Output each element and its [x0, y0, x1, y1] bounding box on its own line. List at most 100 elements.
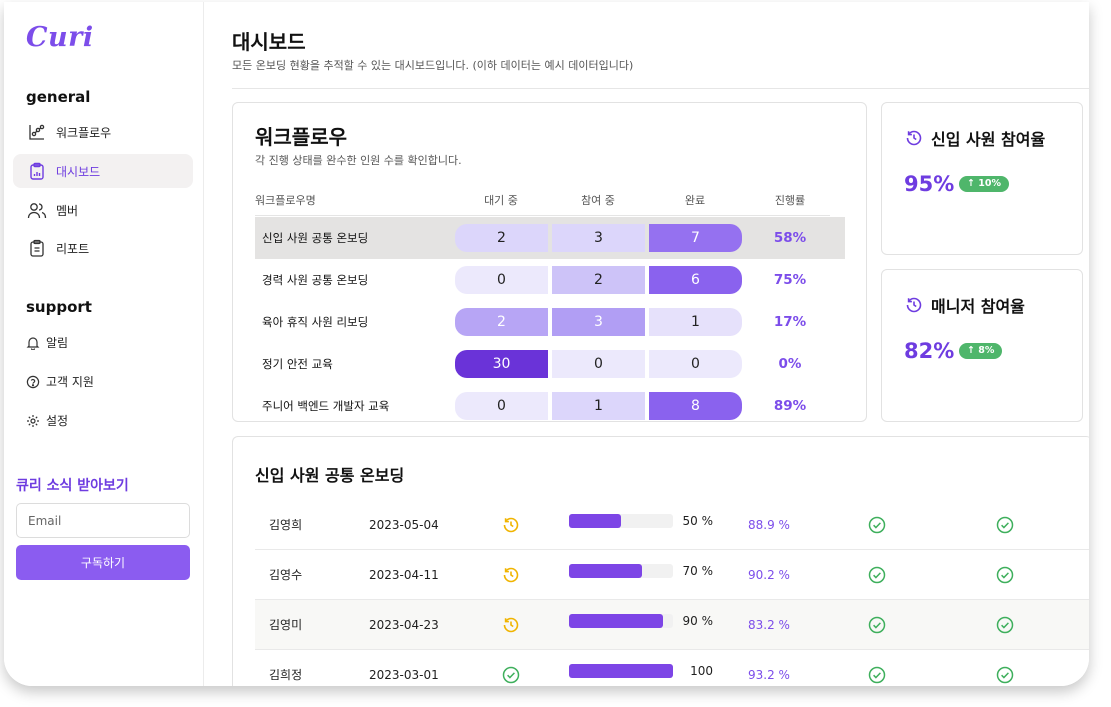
- progress-percent: 75%: [773, 272, 807, 288]
- score: 88.9 %: [748, 518, 790, 532]
- count-waiting: 2: [455, 224, 548, 252]
- onboarding-detail-card: 신입 사원 공통 온보딩 김영희 2023-05-04 50 % 88.9 % 김영수 2…: [232, 436, 1089, 686]
- column-header-done: 완료: [684, 194, 706, 207]
- progress-bar-fill: [569, 514, 621, 528]
- table-row[interactable]: 김영희 2023-05-04 50 % 88.9 %: [255, 500, 1089, 550]
- count-waiting: 0: [455, 392, 548, 420]
- progress-bar: [569, 614, 673, 628]
- check-circle-icon: [867, 565, 887, 585]
- column-header-name: 워크플로우명: [255, 194, 316, 207]
- clock-pending-icon: [501, 515, 521, 535]
- count-participating: 0: [552, 350, 645, 378]
- count-done: 7: [649, 224, 742, 252]
- table-row[interactable]: 육아 휴직 사원 리보딩 2 3 1 17%: [255, 301, 845, 343]
- score: 90.2 %: [748, 568, 790, 582]
- sidebar-item-label: 리포트: [56, 241, 90, 256]
- sidebar-item-settings[interactable]: 설정: [26, 412, 68, 429]
- progress-bar-fill: [569, 564, 642, 578]
- sidebar-item-label: 대시보드: [56, 164, 101, 179]
- count-waiting: 30: [455, 350, 548, 378]
- stat-title: 신입 사원 참여율: [904, 126, 1045, 150]
- users-icon: [27, 200, 47, 220]
- table-row[interactable]: 김희정 2023-03-01 100 % 93.2 %: [255, 650, 1089, 686]
- member-name: 김영희: [269, 518, 303, 532]
- stat-value: 82%: [904, 339, 955, 363]
- count-participating: 1: [552, 392, 645, 420]
- stat-title: 매니저 참여율: [904, 293, 1025, 317]
- check-circle-icon: [867, 615, 887, 635]
- count-done: 6: [649, 266, 742, 294]
- stat-value: 95%: [904, 172, 955, 196]
- progress-percent: 58%: [773, 230, 807, 246]
- count-done: 1: [649, 308, 742, 336]
- sidebar-item-label: 알림: [46, 336, 69, 350]
- workflow-icon: [27, 122, 47, 142]
- page-title: 대시보드: [232, 30, 306, 54]
- member-name: 김영미: [269, 618, 303, 632]
- clock-pending-icon: [501, 565, 521, 585]
- workflow-name: 정기 안전 교육: [262, 357, 333, 371]
- count-waiting: 2: [455, 308, 548, 336]
- header-divider: [232, 88, 1089, 89]
- subscribe-button[interactable]: 구독하기: [16, 545, 190, 580]
- count-waiting: 0: [455, 266, 548, 294]
- logo[interactable]: Curi: [26, 22, 94, 53]
- gear-icon: [26, 414, 40, 428]
- sidebar: Curi general 워크플로우 대시보드 멤버 리포트 support 알…: [4, 2, 204, 686]
- check-circle-icon: [995, 665, 1015, 685]
- progress-label: 100 %: [690, 664, 713, 678]
- check-circle-icon: [995, 565, 1015, 585]
- table-row[interactable]: 주니어 백엔드 개발자 교육 0 1 8 89%: [255, 385, 845, 421]
- count-participating: 3: [552, 308, 645, 336]
- workflow-name: 경력 사원 공통 온보딩: [262, 273, 369, 287]
- sidebar-item-label: 고객 지원: [46, 375, 94, 389]
- sidebar-item-label: 설정: [46, 414, 69, 428]
- check-circle-icon: [995, 615, 1015, 635]
- detail-card-title: 신입 사원 공통 온보딩: [255, 466, 405, 485]
- table-row[interactable]: 신입 사원 공통 온보딩 2 3 7 58%: [255, 217, 845, 259]
- sidebar-item-notifications[interactable]: 알림: [26, 334, 68, 351]
- count-participating: 3: [552, 224, 645, 252]
- sidebar-item-members[interactable]: 멤버: [13, 193, 193, 227]
- sidebar-item-report[interactable]: 리포트: [13, 231, 193, 265]
- sidebar-item-label: 멤버: [56, 203, 79, 218]
- table-row[interactable]: 김영수 2023-04-11 70 % 90.2 %: [255, 550, 1089, 600]
- sidebar-item-workflow[interactable]: 워크플로우: [13, 115, 193, 149]
- start-date: 2023-03-01: [369, 668, 439, 682]
- table-row[interactable]: 김영미 2023-04-23 90 % 83.2 %: [255, 600, 1089, 650]
- score: 83.2 %: [748, 618, 790, 632]
- check-circle-icon: [501, 665, 521, 685]
- progress-label: 70 %: [682, 564, 714, 578]
- start-date: 2023-05-04: [369, 518, 439, 532]
- trend-badge: ↑ 8%: [959, 343, 1003, 359]
- trend-badge: ↑ 10%: [959, 176, 1010, 192]
- progress-label: 50 %: [682, 514, 714, 528]
- clipboard-chart-icon: [27, 161, 47, 181]
- help-circle-icon: [26, 375, 40, 389]
- history-icon: [904, 295, 924, 315]
- newsletter-title: 큐리 소식 받아보기: [16, 478, 129, 494]
- bell-icon: [26, 336, 40, 350]
- table-row[interactable]: 정기 안전 교육 30 0 0 0%: [255, 343, 845, 385]
- progress-percent: 89%: [773, 398, 807, 414]
- sidebar-item-dashboard[interactable]: 대시보드: [13, 154, 193, 188]
- sidebar-item-support[interactable]: 고객 지원: [26, 373, 94, 390]
- report-icon: [27, 238, 47, 258]
- table-row[interactable]: 경력 사원 공통 온보딩 0 2 6 75%: [255, 259, 845, 301]
- start-date: 2023-04-11: [369, 568, 439, 582]
- count-done: 8: [649, 392, 742, 420]
- progress-label: 90 %: [682, 614, 714, 628]
- progress-bar-fill: [569, 614, 663, 628]
- email-field[interactable]: [16, 503, 190, 538]
- progress-percent: 17%: [773, 314, 807, 330]
- count-participating: 2: [552, 266, 645, 294]
- count-done: 0: [649, 350, 742, 378]
- app-window: Curi general 워크플로우 대시보드 멤버 리포트 support 알…: [4, 2, 1089, 686]
- check-circle-icon: [867, 515, 887, 535]
- progress-percent: 0%: [778, 356, 802, 372]
- clock-pending-icon: [501, 615, 521, 635]
- table-header-divider: [255, 215, 830, 216]
- workflow-name: 육아 휴직 사원 리보딩: [262, 315, 369, 329]
- workflow-name: 주니어 백엔드 개발자 교육: [262, 399, 390, 413]
- workflow-card-subtitle: 각 진행 상태를 완수한 인원 수를 확인합니다.: [255, 154, 462, 167]
